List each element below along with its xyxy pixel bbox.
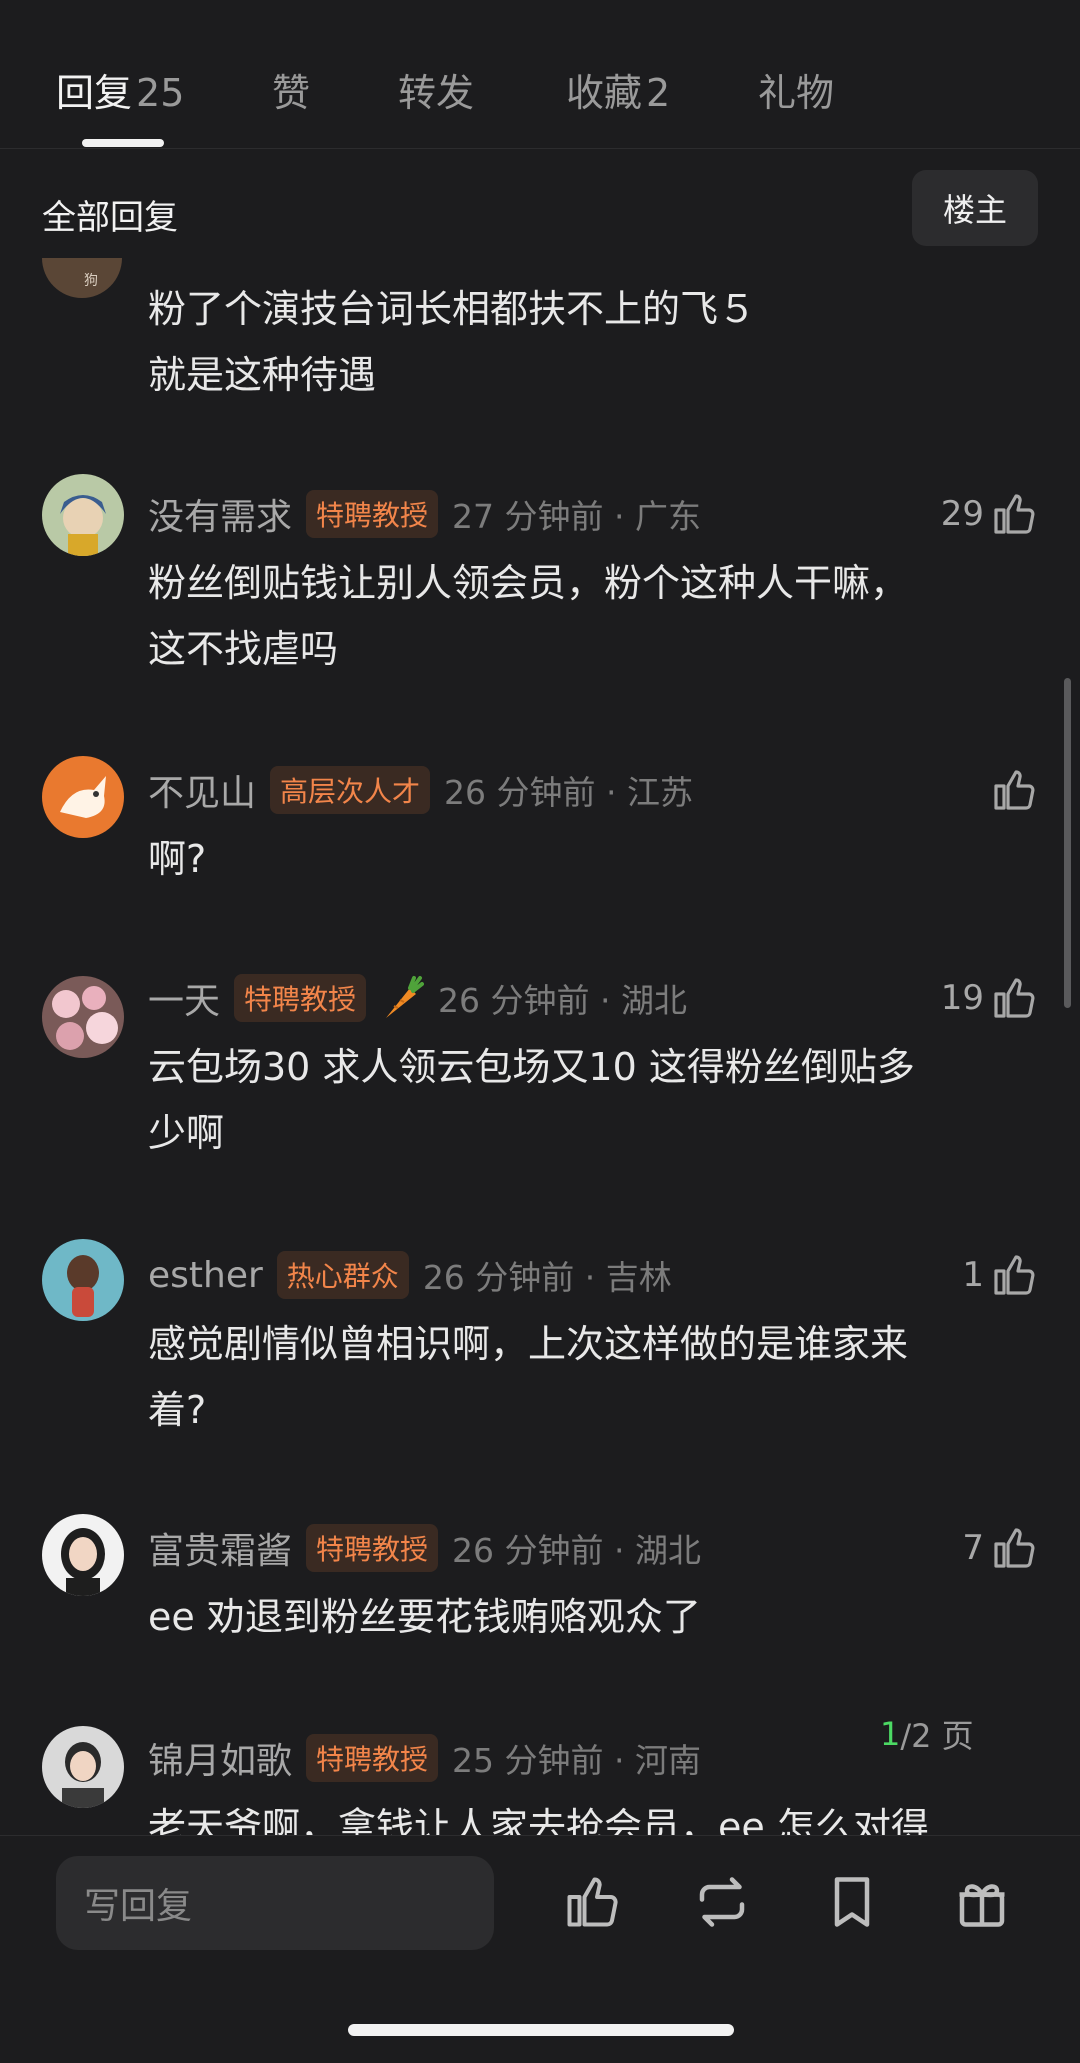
bookmark-icon[interactable]	[822, 1872, 882, 1932]
comment-text: 这不找虐吗	[148, 627, 339, 671]
avatar[interactable]: 狗	[42, 258, 122, 298]
username[interactable]: 没有需求	[148, 488, 292, 540]
avatar[interactable]	[42, 474, 124, 556]
comment-meta: 26 分钟前 · 湖北	[438, 981, 687, 1020]
section-title: 全部回复	[42, 198, 178, 238]
user-badge: 特聘教授	[306, 1524, 439, 1572]
comment-text: 就是这种待遇	[148, 353, 377, 397]
owner-only-button[interactable]: 楼主	[912, 170, 1038, 246]
comment-text: 云包场30 求人领云包场又10 这得粉丝倒贴多	[148, 1045, 915, 1089]
like-count: 19	[940, 978, 984, 1018]
comment-text: 粉丝倒贴钱让别人领会员，粉个这种人干嘛，	[148, 561, 909, 605]
gift-icon[interactable]	[952, 1872, 1012, 1932]
avatar[interactable]	[42, 976, 124, 1058]
page-indicator[interactable]: 1/2 页	[880, 1706, 974, 1762]
like-button[interactable]: 7	[962, 1520, 1038, 1576]
current-page: 1	[880, 1715, 901, 1753]
comment-text: 粉了个演技台词长相都扶不上的飞５	[148, 287, 757, 331]
comment-text: ee 劝退到粉丝要花钱贿赂观众了	[148, 1595, 701, 1639]
total-pages: /2 页	[900, 1717, 974, 1755]
comment-meta: 27 分钟前 · 广东	[452, 497, 701, 536]
reply-input[interactable]: 写回复	[56, 1856, 494, 1950]
comment-text: 少啊	[148, 1111, 225, 1155]
avatar[interactable]	[42, 756, 124, 838]
carrot-icon	[386, 976, 425, 1018]
username[interactable]: 不见山	[148, 764, 256, 816]
repost-icon[interactable]	[692, 1872, 752, 1932]
thumbs-up-icon	[994, 494, 1035, 534]
username[interactable]: 富贵霜酱	[148, 1522, 292, 1574]
avatar[interactable]	[42, 1514, 124, 1596]
like-button[interactable]: 19	[941, 970, 1038, 1026]
like-count: 1	[962, 1255, 984, 1295]
user-badge: 特聘教授	[306, 1734, 439, 1782]
username[interactable]: 一天	[148, 972, 220, 1024]
like-button[interactable]	[990, 762, 1038, 818]
tab-favorites[interactable]: 收藏 2	[566, 62, 670, 117]
thumbs-up-icon	[994, 978, 1035, 1018]
comment-meta: 26 分钟前 · 吉林	[422, 1258, 672, 1297]
scrollbar[interactable]	[1064, 678, 1071, 1008]
comment-meta: 25 分钟前 · 河南	[452, 1741, 701, 1780]
like-button[interactable]: 1	[962, 1247, 1038, 1303]
like-button[interactable]: 29	[941, 486, 1038, 542]
tab-reposts[interactable]: 转发	[398, 62, 474, 117]
thumbs-up-icon	[994, 1528, 1035, 1568]
thumbs-up-icon[interactable]	[562, 1872, 622, 1932]
home-indicator	[348, 2024, 734, 2036]
thumbs-up-icon	[994, 1255, 1035, 1295]
comment-meta: 26 分钟前 · 江苏	[444, 773, 693, 812]
like-count: 7	[962, 1528, 984, 1568]
thumbs-up-icon	[994, 770, 1035, 810]
comment-text: 啊?	[148, 837, 207, 881]
tab-likes[interactable]: 赞	[272, 62, 310, 117]
tab-replies[interactable]: 回复 25	[56, 62, 184, 117]
avatar[interactable]	[42, 1239, 124, 1321]
user-badge: 特聘教授	[234, 974, 367, 1022]
username[interactable]: 锦月如歌	[148, 1732, 292, 1784]
user-badge: 高层次人才	[270, 766, 431, 814]
comment-meta: 26 分钟前 · 湖北	[452, 1531, 701, 1570]
user-badge: 热心群众	[276, 1251, 409, 1299]
user-badge: 特聘教授	[306, 490, 439, 538]
active-tab-indicator	[82, 139, 164, 147]
avatar[interactable]	[42, 1726, 124, 1808]
comment-text: 感觉剧情似曾相识啊，上次这样做的是谁家来	[148, 1322, 909, 1366]
tab-bar: 回复 25 赞 转发 收藏 2 礼物	[0, 0, 1080, 149]
tab-gifts[interactable]: 礼物	[758, 62, 834, 117]
username[interactable]: esther	[148, 1255, 263, 1296]
like-count: 29	[940, 494, 984, 534]
comment-text: 着?	[148, 1388, 207, 1432]
